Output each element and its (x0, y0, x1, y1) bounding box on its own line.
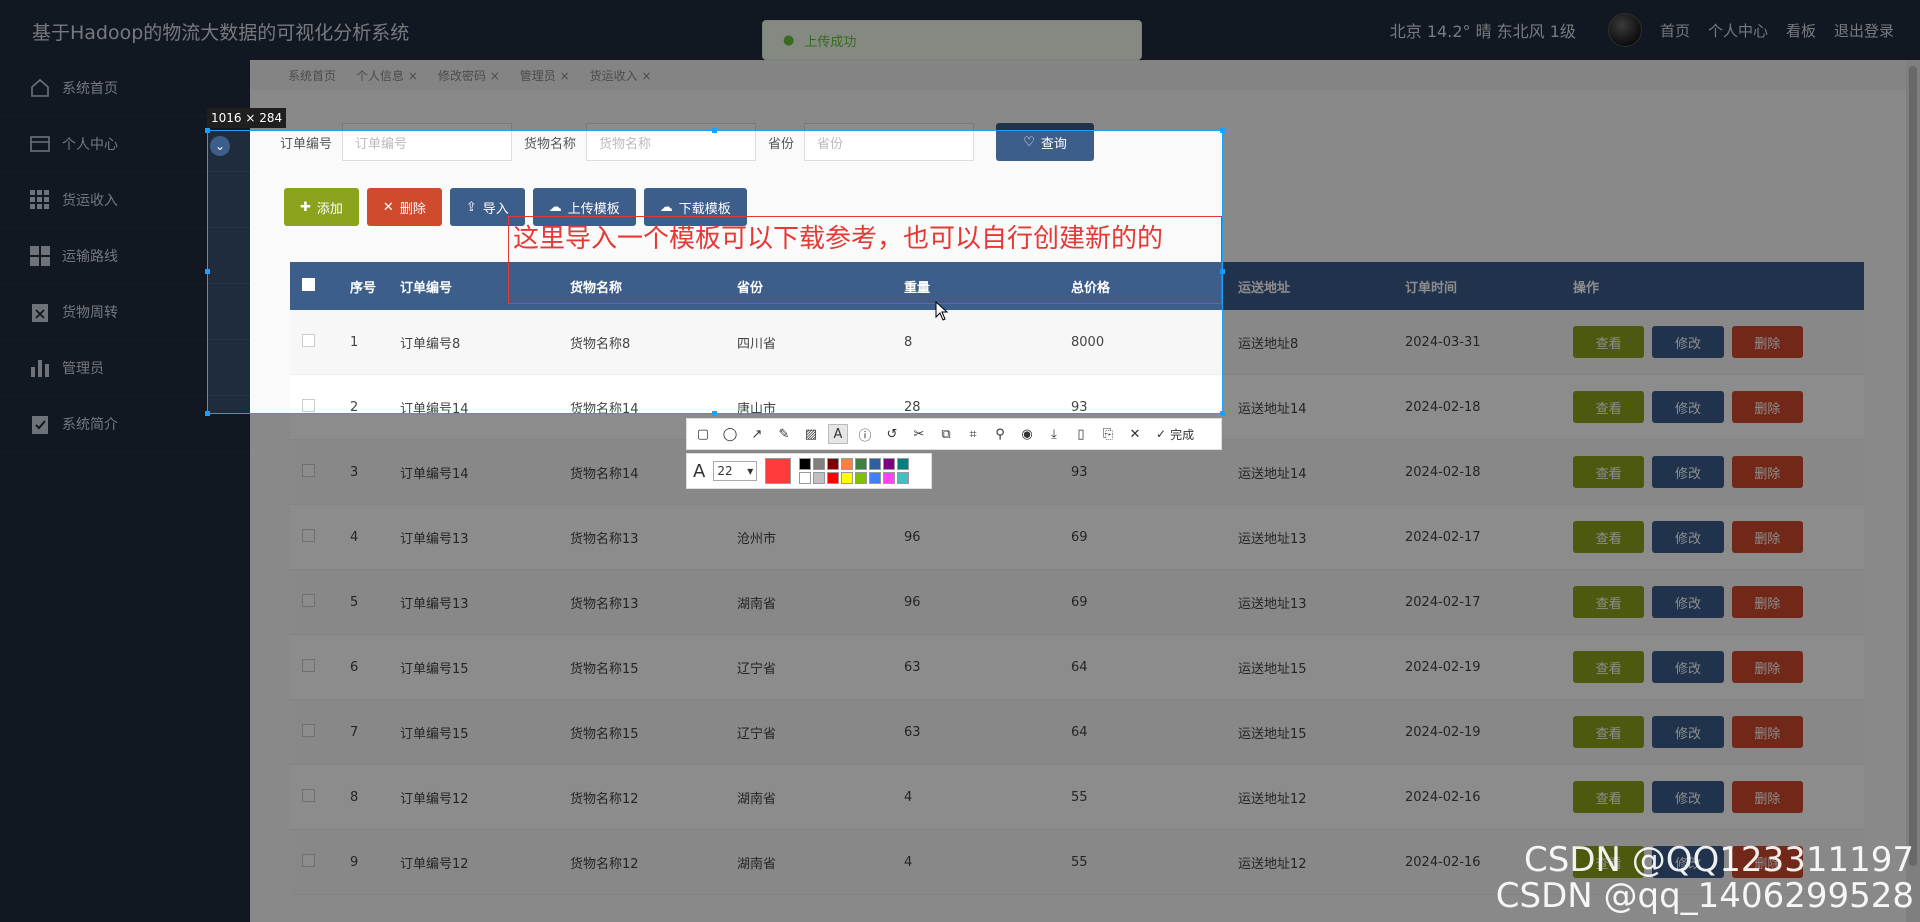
toast-dim (762, 20, 1142, 60)
mosaic-tool-icon[interactable]: ▨ (801, 424, 821, 444)
color-swatch[interactable] (897, 472, 910, 484)
color-swatch[interactable] (855, 472, 868, 484)
selection-size-label: 1016 × 284 (207, 108, 287, 128)
color-swatch[interactable] (897, 458, 910, 470)
scissors-icon[interactable]: ✂ (909, 424, 929, 444)
watermark-line: CSDN @qq_1406299528 (1495, 876, 1914, 916)
ocr-icon[interactable]: ⌗ (963, 424, 983, 444)
color-swatch[interactable] (827, 458, 840, 470)
color-palette (799, 458, 910, 484)
save-icon[interactable]: ⤓ (1044, 424, 1064, 444)
color-swatch[interactable] (813, 472, 826, 484)
chevron-down-icon: ▾ (747, 464, 754, 478)
mouse-cursor-icon (935, 300, 949, 325)
watermark: CSDN @QQ123311197 CSDN @qq_1406299528 (1496, 842, 1914, 914)
font-size-select[interactable]: 22 ▾ (713, 461, 758, 481)
color-swatch[interactable] (799, 458, 812, 470)
text-tool-icon[interactable]: A (828, 424, 848, 444)
resize-handle[interactable] (205, 128, 210, 133)
phone-icon[interactable]: ▯ (1071, 424, 1091, 444)
collapse-toggle[interactable]: ⌄ (210, 136, 230, 156)
text-annotation[interactable]: 这里导入一个模板可以下载参考，也可以自行创建新的的 (508, 216, 1222, 304)
text-style-panel: A 22 ▾ (686, 453, 932, 489)
color-swatch[interactable] (869, 458, 882, 470)
rectangle-tool-icon[interactable]: ▢ (693, 424, 713, 444)
record-icon[interactable]: ◉ (1017, 424, 1037, 444)
resize-handle[interactable] (712, 128, 717, 133)
arrow-tool-icon[interactable]: ↗ (747, 424, 767, 444)
color-swatch[interactable] (855, 458, 868, 470)
resize-handle[interactable] (205, 411, 210, 416)
color-swatch[interactable] (883, 472, 896, 484)
number-tool-icon[interactable]: ⓘ (855, 424, 875, 444)
resize-handle[interactable] (205, 269, 210, 274)
pin-icon[interactable]: ⚲ (990, 424, 1010, 444)
chevron-down-icon: ⌄ (214, 139, 226, 153)
done-button[interactable]: ✓ 完成 (1156, 426, 1194, 443)
undo-icon[interactable]: ↺ (882, 424, 902, 444)
color-swatch[interactable] (827, 472, 840, 484)
done-label: 完成 (1170, 427, 1195, 442)
resize-handle[interactable] (1220, 128, 1225, 133)
pen-tool-icon[interactable]: ✎ (774, 424, 794, 444)
close-icon[interactable]: ✕ (1125, 424, 1145, 444)
color-swatch[interactable] (813, 458, 826, 470)
font-size-value: 22 (717, 464, 733, 478)
color-swatch[interactable] (841, 458, 854, 470)
color-swatch[interactable] (869, 472, 882, 484)
resize-handle[interactable] (1220, 411, 1225, 416)
dim-overlay (0, 130, 207, 414)
check-icon: ✓ (1156, 427, 1167, 441)
resize-handle[interactable] (712, 411, 717, 416)
current-color-swatch[interactable] (765, 458, 792, 484)
bookmark-icon[interactable]: ⎘ (1098, 424, 1118, 444)
color-swatch[interactable] (841, 472, 854, 484)
capture-toolbar: ▢ ◯ ↗ ✎ ▨ A ⓘ ↺ ✂ ⧉ ⌗ ⚲ ◉ ⤓ ▯ ⎘ ✕ ✓ 完成 (686, 418, 1222, 450)
font-icon: A (693, 460, 706, 482)
copy-icon[interactable]: ⧉ (936, 424, 956, 444)
color-swatch[interactable] (883, 458, 896, 470)
dim-overlay (1223, 130, 1920, 414)
color-swatch[interactable] (799, 472, 812, 484)
watermark-line: CSDN @QQ123311197 (1524, 840, 1914, 880)
ellipse-tool-icon[interactable]: ◯ (720, 424, 740, 444)
